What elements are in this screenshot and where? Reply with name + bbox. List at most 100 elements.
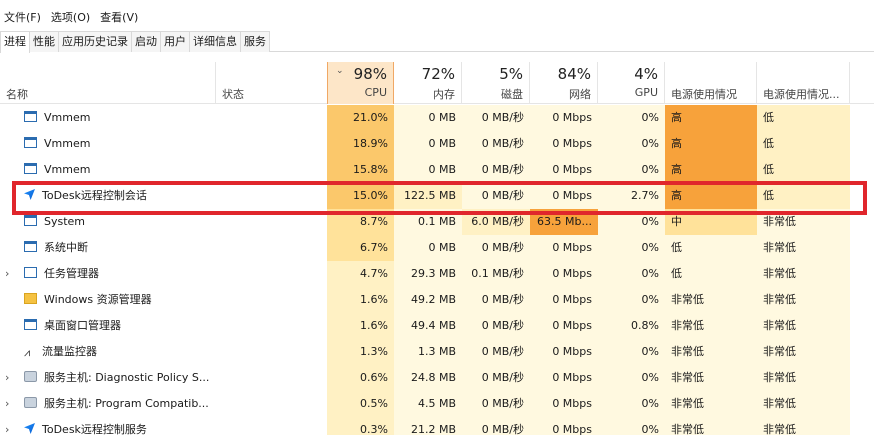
power-cell: 非常低 <box>665 313 757 339</box>
net-cell: 0 Mbps <box>530 339 598 365</box>
header-power-trend-label: 电源使用情况... <box>763 88 840 101</box>
header-network-label: 网络 <box>569 88 591 101</box>
process-row[interactable]: 系统中断 6.7% 0 MB 0 MB/秒 0 Mbps 0% 低非常低 <box>0 235 874 261</box>
power-trend-cell: 非常低 <box>757 287 850 313</box>
process-row[interactable]: 桌面窗口管理器 1.6% 49.4 MB 0 MB/秒 0 Mbps 0.8% 非常低 非常低 <box>0 313 874 339</box>
status-cell <box>216 131 328 157</box>
process-name-cell: ⩘ 流量监控器 <box>0 339 216 365</box>
cpu-cell: 1.3% <box>327 339 394 365</box>
status-cell <box>216 157 328 183</box>
gpu-cell: 0% <box>598 261 665 287</box>
status-cell <box>216 287 328 313</box>
tab-app-history[interactable]: 应用历史记录 <box>58 31 132 52</box>
net-cell: 0 Mbps <box>530 261 598 287</box>
process-name: System <box>44 215 86 228</box>
net-cell: 0 Mbps <box>530 235 598 261</box>
process-row[interactable]: Vmmem 18.9% 0 MB 0 MB/秒 0 Mbps 0% 高低 <box>0 131 874 157</box>
power-trend-cell: 非常低 <box>757 365 850 391</box>
power-trend-cell: 非常低 <box>757 313 850 339</box>
header-name-label: 名称 <box>6 88 28 101</box>
process-row[interactable]: ⩘ 流量监控器 1.3% 1.3 MB 0 MB/秒 0 Mbps 0% 非常低 非常低 <box>0 339 874 365</box>
window-icon <box>24 137 37 148</box>
header-network[interactable]: 84% 网络 <box>530 62 598 104</box>
header-cpu-pct: 98% <box>353 65 387 83</box>
expand-chevron-icon[interactable]: › <box>5 365 9 391</box>
process-row[interactable]: Windows 资源管理器 1.6% 49.2 MB 0 MB/秒 0 Mbps 0% 非常… <box>0 287 874 313</box>
header-power[interactable]: 电源使用情况 <box>665 62 757 104</box>
tab-startup[interactable]: 启动 <box>131 31 161 52</box>
mem-cell: 1.3 MB <box>394 339 462 365</box>
process-name-cell: 系统中断 <box>0 235 216 261</box>
header-memory-label: 内存 <box>433 88 455 101</box>
menu-options[interactable]: 选项(O) <box>47 10 96 26</box>
expand-chevron-icon[interactable]: › <box>5 417 9 435</box>
header-memory[interactable]: 72% 内存 <box>394 62 462 104</box>
disk-cell: 0 MB/秒 <box>462 105 530 131</box>
net-cell: 0 Mbps <box>530 365 598 391</box>
header-gpu-label: GPU <box>634 86 658 99</box>
expand-chevron-icon[interactable]: › <box>5 261 9 287</box>
status-cell <box>216 261 328 287</box>
power-cell: 非常低 <box>665 339 757 365</box>
process-row[interactable]: › ToDesk远程控制服务 0.3% 21.2 MB 0 MB/秒 0 Mbps 0% 非常… <box>0 417 874 435</box>
process-name-cell: Windows 资源管理器 <box>0 287 216 313</box>
net-cell: 0 Mbps <box>530 287 598 313</box>
cpu-cell: 6.7% <box>327 235 394 261</box>
expand-chevron-icon[interactable]: › <box>5 391 9 417</box>
tab-performance[interactable]: 性能 <box>29 31 59 52</box>
process-name: Windows 资源管理器 <box>44 293 152 306</box>
process-row[interactable]: Vmmem 21.0% 0 MB 0 MB/秒 0 Mbps 0% 高低 <box>0 105 874 131</box>
process-row[interactable]: › 服务主机: Diagnostic Policy S... 0.6% 24.8 MB… <box>0 365 874 391</box>
tab-details[interactable]: 详细信息 <box>189 31 241 52</box>
power-trend-cell: 非常低 <box>757 339 850 365</box>
header-disk[interactable]: 5% 磁盘 <box>462 62 530 104</box>
gpu-cell: 0% <box>598 391 665 417</box>
gpu-cell: 0% <box>598 417 665 435</box>
net-cell: 0 Mbps <box>530 391 598 417</box>
process-name-cell: › 服务主机: Program Compatib... <box>0 391 216 417</box>
header-name[interactable]: 名称 <box>0 62 216 104</box>
disk-cell: 0 MB/秒 <box>462 157 530 183</box>
gear-icon <box>24 371 37 382</box>
net-cell: 0 Mbps <box>530 417 598 435</box>
header-power-trend[interactable]: 电源使用情况... <box>757 62 850 104</box>
process-name: 服务主机: Program Compatib... <box>44 397 209 410</box>
window-icon <box>24 215 37 226</box>
disk-cell: 0 MB/秒 <box>462 235 530 261</box>
header-disk-label: 磁盘 <box>501 88 523 101</box>
header-cpu[interactable]: ⌄ 98% CPU <box>327 62 394 104</box>
power-trend-cell: 非常低 <box>757 261 850 287</box>
net-cell: 0 Mbps <box>530 105 598 131</box>
menu-file[interactable]: 文件(F) <box>0 10 47 26</box>
status-cell <box>216 235 328 261</box>
process-name-cell: Vmmem <box>0 157 216 183</box>
todesk-icon <box>24 423 35 434</box>
gpu-cell: 0% <box>598 365 665 391</box>
power-trend-cell: 非常低 <box>757 235 850 261</box>
tab-users[interactable]: 用户 <box>160 31 190 52</box>
gpu-cell: 0% <box>598 235 665 261</box>
process-row[interactable]: Vmmem 15.8% 0 MB 0 MB/秒 0 Mbps 0% 高低 <box>0 157 874 183</box>
process-row[interactable]: › 服务主机: Program Compatib... 0.5% 4.5 MB 0 MB… <box>0 391 874 417</box>
gpu-cell: 0% <box>598 105 665 131</box>
tab-processes[interactable]: 进程 <box>0 31 30 53</box>
cpu-cell: 15.8% <box>327 157 394 183</box>
chart-icon <box>24 267 37 278</box>
power-cell: 非常低 <box>665 365 757 391</box>
status-cell <box>216 365 328 391</box>
mem-cell: 49.4 MB <box>394 313 462 339</box>
tab-services[interactable]: 服务 <box>240 31 270 52</box>
power-cell: 低 <box>665 235 757 261</box>
header-gpu[interactable]: 4% GPU <box>598 62 665 104</box>
mem-cell: 0 MB <box>394 157 462 183</box>
header-status[interactable]: 状态 <box>216 62 328 104</box>
cpu-cell: 0.5% <box>327 391 394 417</box>
header-disk-pct: 5% <box>499 65 523 83</box>
power-cell: 非常低 <box>665 391 757 417</box>
gpu-cell: 0% <box>598 339 665 365</box>
disk-cell: 0 MB/秒 <box>462 339 530 365</box>
process-row[interactable]: › 任务管理器 4.7% 29.3 MB 0.1 MB/秒 0 Mbps 0% 低非常低 <box>0 261 874 287</box>
window-icon <box>24 241 37 252</box>
menu-view[interactable]: 查看(V) <box>96 10 144 26</box>
disk-cell: 0 MB/秒 <box>462 313 530 339</box>
